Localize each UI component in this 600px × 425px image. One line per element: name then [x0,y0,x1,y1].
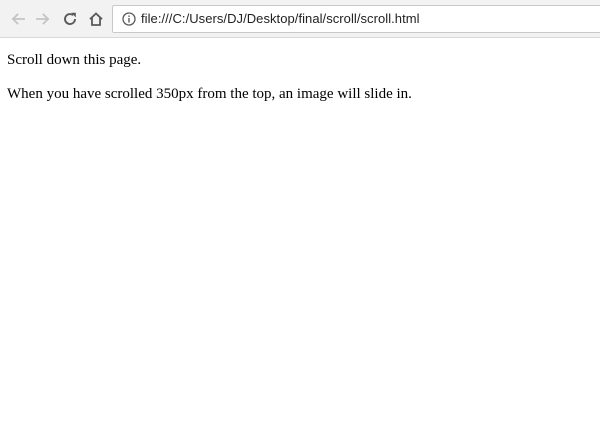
browser-toolbar: file:///C:/Users/DJ/Desktop/final/scroll… [0,0,600,38]
browser-window: file:///C:/Users/DJ/Desktop/final/scroll… [0,0,600,425]
reload-button[interactable] [59,8,81,30]
home-button[interactable] [85,8,107,30]
address-bar[interactable]: file:///C:/Users/DJ/Desktop/final/scroll… [112,5,600,33]
forward-button[interactable] [32,8,54,30]
arrow-right-icon [36,13,50,25]
page-content: Scroll down this page. When you have scr… [0,38,600,425]
paragraph-scroll-instruction: Scroll down this page. [7,52,142,68]
back-button[interactable] [7,8,29,30]
paragraph-image-hint: When you have scrolled 350px from the to… [7,86,412,102]
home-icon [89,12,103,26]
info-icon[interactable] [122,12,136,26]
reload-icon [64,12,76,25]
url-text[interactable]: file:///C:/Users/DJ/Desktop/final/scroll… [141,11,420,26]
arrow-left-icon [11,13,25,25]
